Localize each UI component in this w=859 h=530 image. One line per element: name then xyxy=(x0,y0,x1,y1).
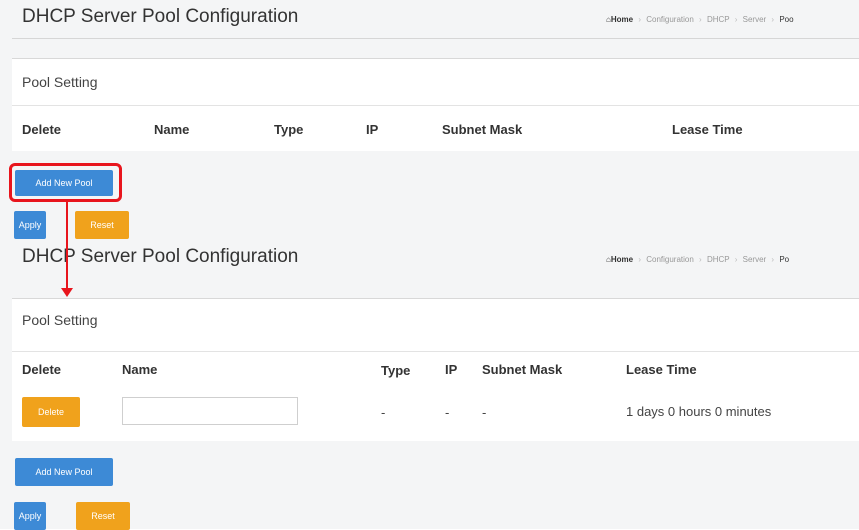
pool-name-input[interactable] xyxy=(122,397,298,425)
col-ip: IP xyxy=(445,362,458,377)
breadcrumb: ⌂Home › Configuration › DHCP › Server › … xyxy=(606,15,794,24)
breadcrumb-home[interactable]: ⌂Home xyxy=(606,255,635,264)
pool-ip-value: - xyxy=(445,405,450,420)
pool-lease-time-value: 1 days 0 hours 0 minutes xyxy=(626,404,772,419)
pool-config-after: DHCP Server Pool Configuration ⌂Home › C… xyxy=(0,240,859,530)
apply-button[interactable]: Apply xyxy=(14,211,46,239)
pool-setting-box: Pool Setting Delete Name Type IP Subnet … xyxy=(12,58,859,151)
breadcrumb-server[interactable]: Server xyxy=(743,255,767,264)
breadcrumb-server[interactable]: Server xyxy=(743,15,767,24)
arrow-down-icon xyxy=(61,288,73,297)
breadcrumb-current: Po xyxy=(779,255,790,264)
apply-button[interactable]: Apply xyxy=(14,502,46,530)
col-lease-time: Lease Time xyxy=(626,362,697,377)
col-subnet-mask: Subnet Mask xyxy=(482,362,563,377)
breadcrumb-configuration[interactable]: Configuration xyxy=(646,255,694,264)
breadcrumb-current: Poo xyxy=(779,15,794,24)
pool-type-value: - xyxy=(381,405,386,420)
breadcrumb-home[interactable]: ⌂Home xyxy=(606,15,635,24)
col-subnet-mask: Subnet Mask xyxy=(442,122,523,137)
breadcrumb-dhcp[interactable]: DHCP xyxy=(707,15,730,24)
pool-subnet-mask-value: - xyxy=(482,405,487,420)
col-delete: Delete xyxy=(22,362,62,377)
col-lease-time: Lease Time xyxy=(672,122,743,137)
section-divider xyxy=(12,351,859,352)
breadcrumb: ⌂Home › Configuration › DHCP › Server › … xyxy=(606,255,790,264)
col-delete: Delete xyxy=(22,122,62,137)
pool-setting-box: Pool Setting Delete Name Type IP Subnet … xyxy=(12,298,859,441)
section-divider xyxy=(12,105,859,106)
section-title: Pool Setting xyxy=(22,74,98,90)
col-name: Name xyxy=(122,362,158,377)
highlight-box xyxy=(9,163,122,202)
reset-button[interactable]: Reset xyxy=(75,211,129,239)
reset-button[interactable]: Reset xyxy=(76,502,130,530)
breadcrumb-configuration[interactable]: Configuration xyxy=(646,15,694,24)
col-type: Type xyxy=(274,122,304,137)
title-divider xyxy=(12,38,859,39)
section-title: Pool Setting xyxy=(22,312,98,328)
breadcrumb-dhcp[interactable]: DHCP xyxy=(707,255,730,264)
col-ip: IP xyxy=(366,122,379,137)
add-new-pool-button[interactable]: Add New Pool xyxy=(15,458,113,486)
delete-pool-button[interactable]: Delete xyxy=(22,397,80,427)
arrow-shaft xyxy=(66,201,68,289)
page-title: DHCP Server Pool Configuration xyxy=(22,246,299,267)
col-name: Name xyxy=(154,122,190,137)
page-title: DHCP Server Pool Configuration xyxy=(22,6,299,27)
col-type: Type xyxy=(381,363,411,378)
pool-config-before: DHCP Server Pool Configuration ⌂Home › C… xyxy=(0,0,859,240)
